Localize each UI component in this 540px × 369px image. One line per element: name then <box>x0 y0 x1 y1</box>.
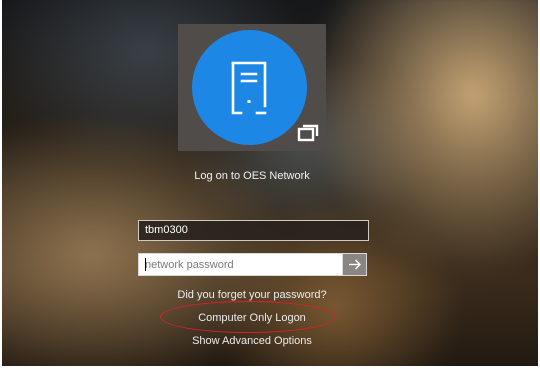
window-icon <box>297 124 319 142</box>
text-caret <box>145 258 146 271</box>
username-field[interactable]: tbm0300 <box>138 220 369 241</box>
computer-only-logon-link[interactable]: Computer Only Logon <box>2 312 502 324</box>
forgot-password-link[interactable]: Did you forget your password? <box>2 289 502 301</box>
logon-title: Log on to OES Network <box>194 170 310 182</box>
network-logo-tile <box>178 24 326 151</box>
avatar-circle <box>192 30 307 145</box>
password-field-group <box>138 253 367 276</box>
logon-screen: Log on to OES Network tbm0300 Did you fo… <box>2 0 538 366</box>
show-advanced-options-link[interactable]: Show Advanced Options <box>2 335 502 347</box>
password-input[interactable] <box>139 254 337 275</box>
submit-button[interactable] <box>342 254 366 275</box>
server-tower-icon <box>229 58 269 118</box>
arrow-right-icon <box>349 259 361 270</box>
